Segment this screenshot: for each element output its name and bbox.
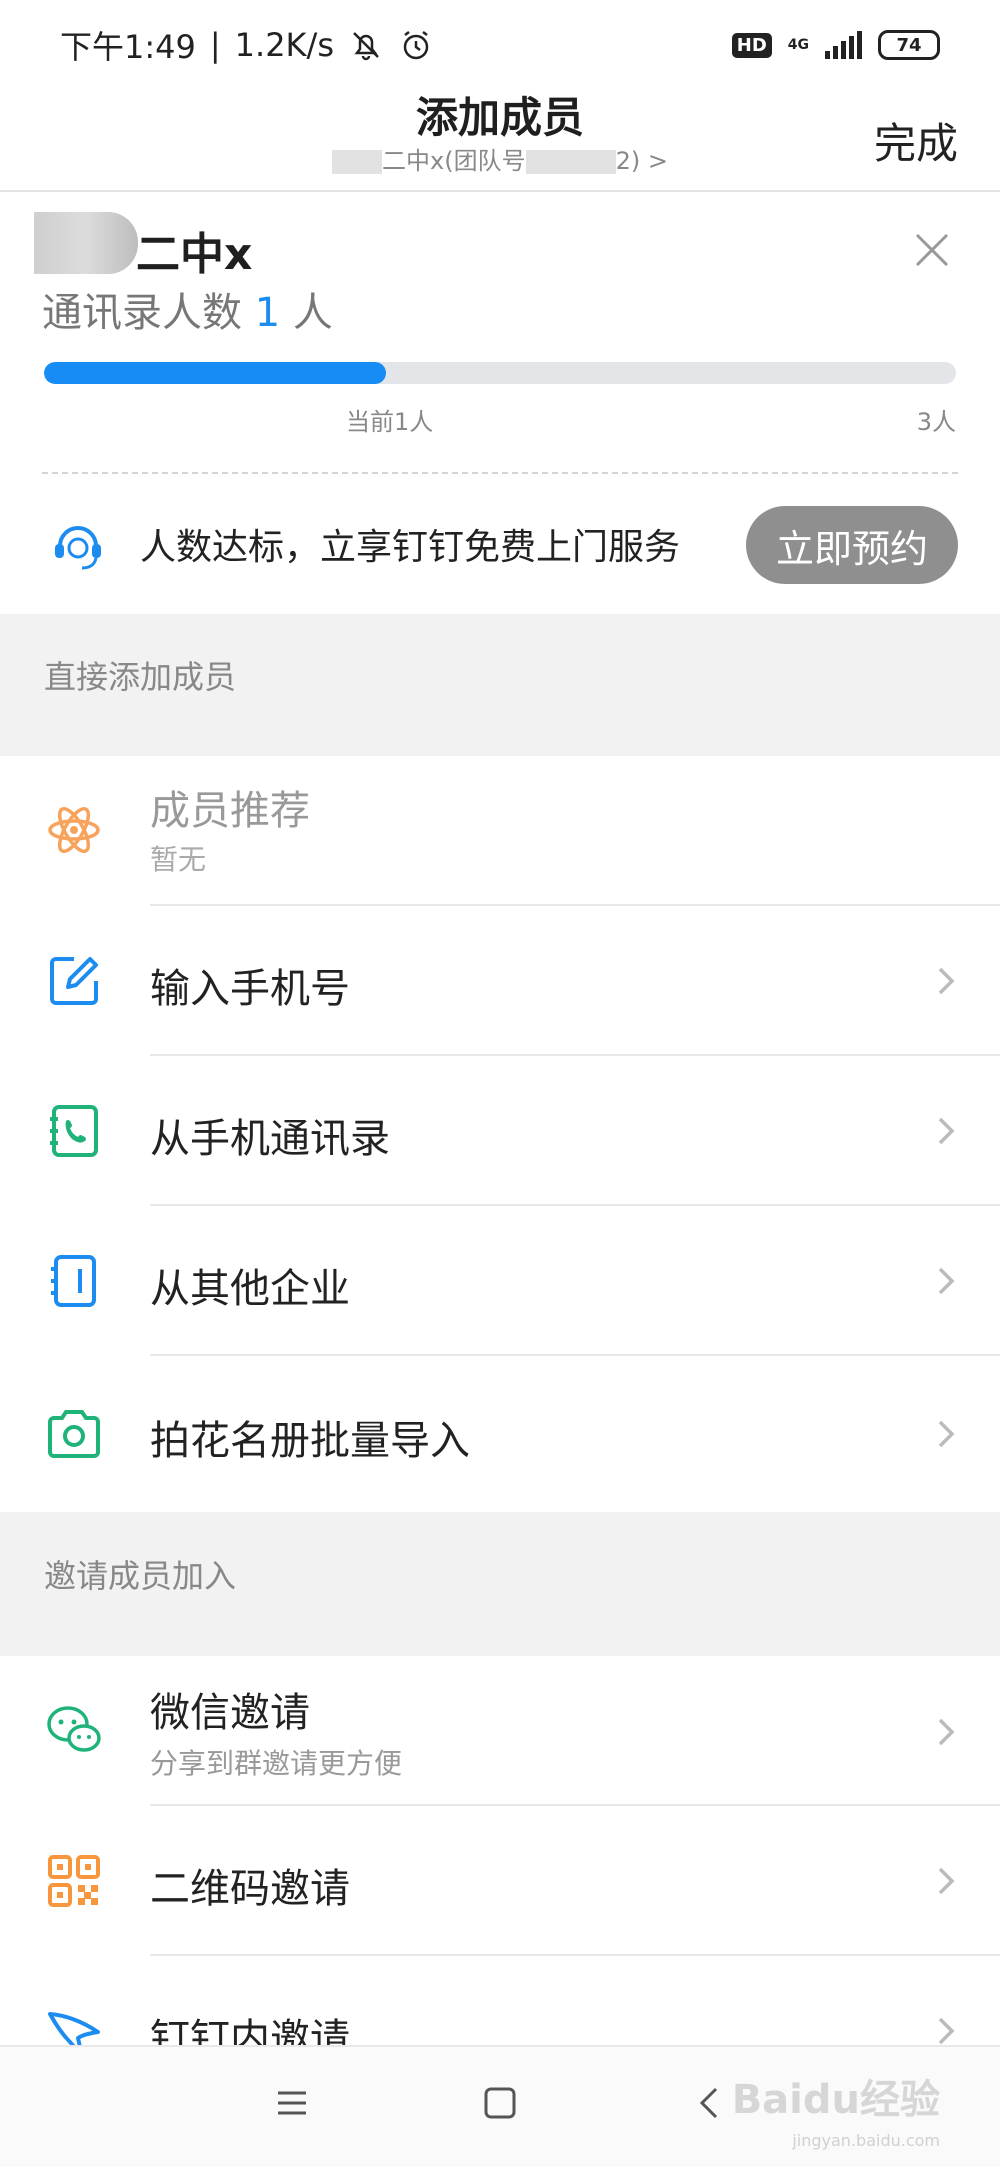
member-count-unit: 人 <box>292 290 333 336</box>
battery-icon: 74 <box>878 30 940 60</box>
home-icon[interactable] <box>480 2083 520 2123</box>
team-subtitle-name: 二中x(团队号 <box>382 147 526 175</box>
chevron-right-icon <box>938 1117 955 1145</box>
blurred-region <box>332 150 383 174</box>
system-nav-bar: Baidu经验 jingyan.baidu.com <box>0 2045 1000 2167</box>
contacts-phone-icon <box>50 1105 98 1157</box>
list-item-input-phone[interactable]: 输入手机号 <box>0 906 1000 1056</box>
camera-icon <box>48 1410 100 1458</box>
org-name: 二中x <box>136 229 253 280</box>
member-count-value: 1 <box>254 290 281 336</box>
item-label: 二维码邀请 <box>150 1866 350 1912</box>
org-card: 二中x 通讯录人数 1 人 当前1人 3人 人数达标，立享钉钉免费上门服务 立即… <box>0 194 1000 614</box>
section-header-invite: 邀请成员加入 <box>0 1512 1000 1656</box>
section-title-direct: 直接添加成员 <box>44 658 237 696</box>
chevron-right-icon <box>938 2017 955 2045</box>
team-subtitle-suffix: 2) > <box>615 147 668 175</box>
mute-bell-icon <box>353 32 379 61</box>
dingtalk-icon <box>48 2012 100 2045</box>
list-item-dingtalk-invite[interactable]: 钉钉内邀请 <box>0 1956 1000 2045</box>
chevron-right-icon <box>938 1267 955 1295</box>
item-label: 输入手机号 <box>150 966 350 1012</box>
section-header-direct: 直接添加成员 <box>0 614 1000 756</box>
list-item-wechat-invite[interactable]: 微信邀请 分享到群邀请更方便 <box>0 1656 1000 1806</box>
chevron-right-icon <box>938 1867 955 1895</box>
org-avatar <box>34 212 138 274</box>
list-item-other-enterprise[interactable]: 从其他企业 <box>0 1206 1000 1356</box>
item-label: 拍花名册批量导入 <box>150 1418 470 1464</box>
member-progress-bar <box>44 362 956 384</box>
customer-service-icon <box>55 526 101 570</box>
item-label: 从其他企业 <box>150 1266 350 1312</box>
item-label: 微信邀请 <box>150 1690 310 1736</box>
network-type: 4G <box>787 37 809 53</box>
list-item-phone-contacts[interactable]: 从手机通讯录 <box>0 1056 1000 1206</box>
list-item-qrcode-invite[interactable]: 二维码邀请 <box>0 1806 1000 1956</box>
wechat-icon <box>47 1706 101 1752</box>
close-icon[interactable] <box>912 230 952 270</box>
edit-icon <box>50 957 98 1005</box>
signal-icon <box>825 31 862 59</box>
item-sublabel: 暂无 <box>150 843 207 876</box>
member-progress-fill <box>44 362 386 384</box>
status-separator: | <box>209 26 221 64</box>
progress-max-label: 3人 <box>916 408 956 436</box>
back-icon[interactable] <box>690 2083 730 2123</box>
nav-header: 添加成员 二中x(团队号 2) > 完成 <box>0 90 1000 192</box>
watermark: Baidu经验 <box>731 2077 940 2123</box>
done-button[interactable]: 完成 <box>874 110 958 171</box>
progress-current-label: 当前1人 <box>346 408 434 436</box>
chevron-right-icon <box>938 1718 955 1746</box>
chevron-right-icon <box>938 1420 955 1448</box>
service-promo-text: 人数达标，立享钉钉免费上门服务 <box>140 527 681 568</box>
dashed-divider <box>42 472 958 474</box>
section-title-invite: 邀请成员加入 <box>44 1557 237 1595</box>
item-label: 从手机通讯录 <box>150 1116 390 1162</box>
watermark-sub: jingyan.baidu.com <box>792 2131 940 2150</box>
qrcode-icon <box>48 1855 100 1907</box>
enterprise-icon <box>51 1255 96 1307</box>
list-item-member-recommend[interactable]: 成员推荐 暂无 <box>0 756 1000 906</box>
member-count-prefix: 通讯录人数 <box>42 290 242 336</box>
member-count: 通讯录人数 1 人 <box>42 280 333 338</box>
hd-badge: HD <box>731 32 772 58</box>
status-time: 下午1:49 <box>60 28 196 66</box>
alarm-icon <box>403 31 429 60</box>
status-bar: 下午1:49 | 1.2K/s HD 4G 74 <box>0 0 1000 90</box>
battery-level: 74 <box>896 34 922 56</box>
atom-icon <box>48 806 100 854</box>
item-label: 成员推荐 <box>150 788 310 834</box>
page-title: 添加成员 <box>415 93 584 142</box>
team-subtitle[interactable]: 二中x(团队号 2) > <box>0 144 1000 178</box>
list-item-roster-import[interactable]: 拍花名册批量导入 <box>0 1356 1000 1512</box>
item-sublabel: 分享到群邀请更方便 <box>150 1747 403 1780</box>
item-label: 钉钉内邀请 <box>150 2016 350 2045</box>
reserve-button[interactable]: 立即预约 <box>746 506 958 584</box>
blurred-region <box>525 150 616 174</box>
status-speed: 1.2K/s <box>234 26 334 64</box>
menu-icon[interactable] <box>272 2083 312 2123</box>
chevron-right-icon <box>938 967 955 995</box>
